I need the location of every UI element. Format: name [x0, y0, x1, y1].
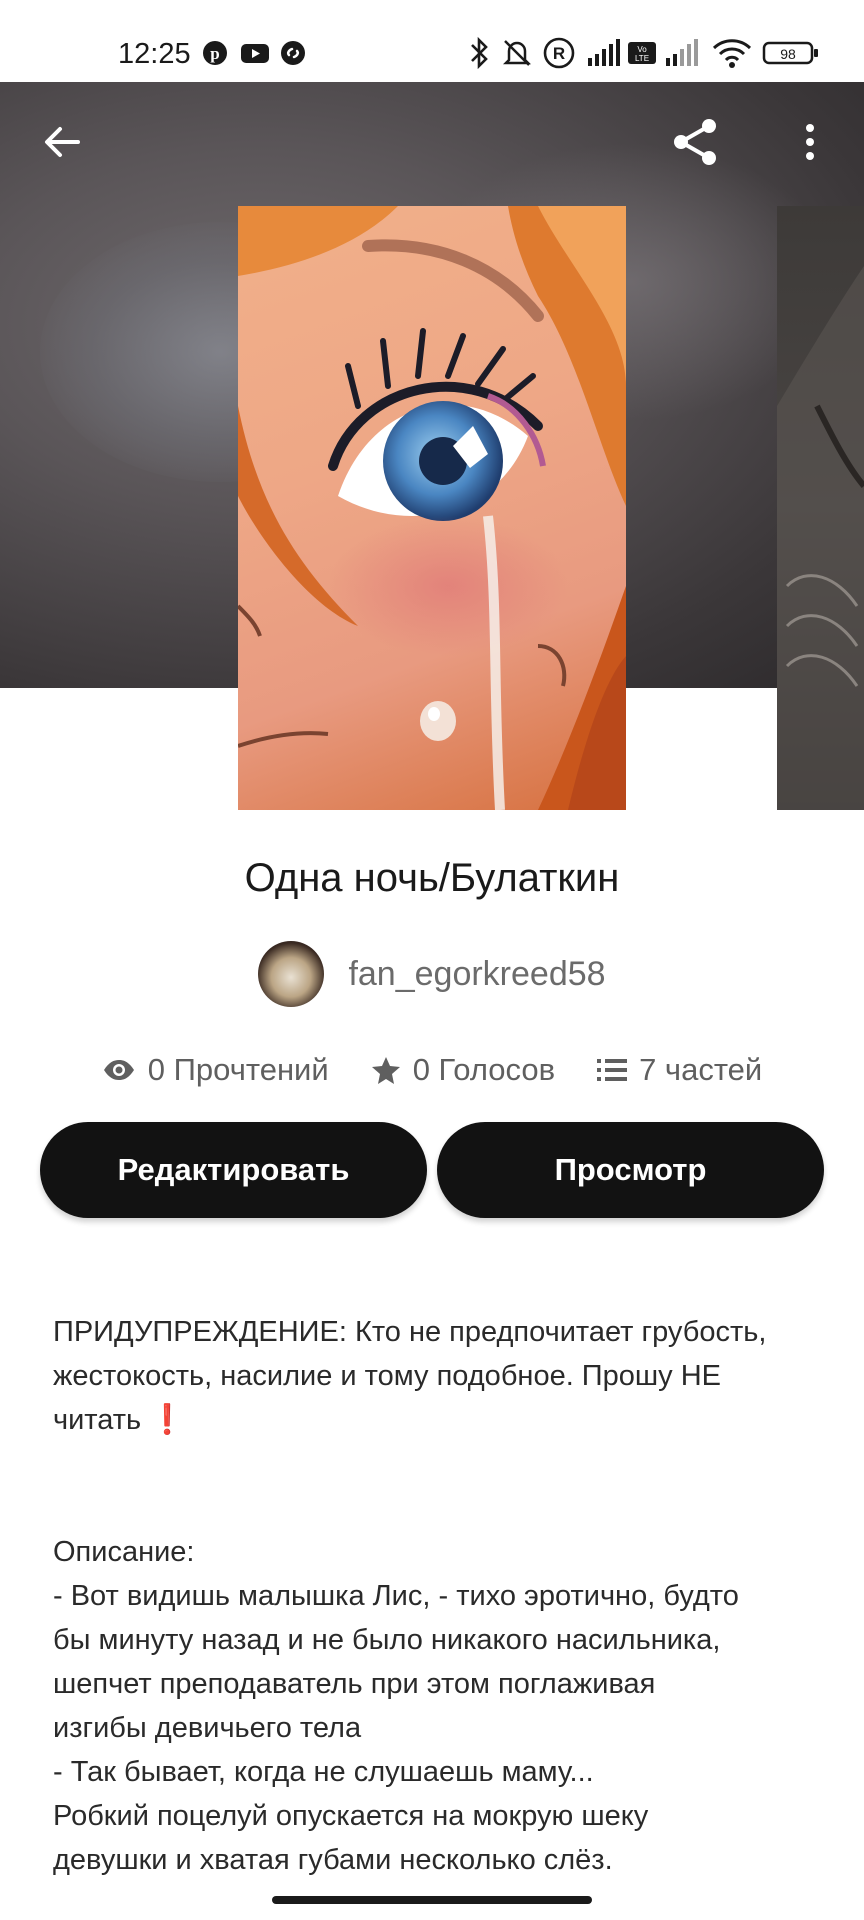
story-stats: 0 Прочтений 0 Голосов 7 частей	[0, 1046, 864, 1094]
eye-icon	[103, 1060, 134, 1080]
share-button[interactable]	[666, 112, 726, 172]
exclamation-icon: ❗	[149, 1404, 186, 1436]
wifi-icon	[712, 36, 752, 70]
pinterest-icon: p	[202, 40, 230, 68]
volte-icon: Vo LTE	[626, 36, 658, 70]
r-icon: R	[542, 36, 576, 70]
share-icon	[674, 119, 716, 165]
warning-line: читать ❗	[53, 1398, 823, 1442]
home-indicator[interactable]	[272, 1896, 592, 1904]
warning-line: ПРИДУПРЕЖДЕНИЕ: Кто не предпочитает груб…	[53, 1316, 767, 1348]
next-cover-illustration	[777, 266, 864, 810]
next-story-cover[interactable]	[777, 206, 864, 810]
reads-count: 0 Прочтений	[147, 1052, 329, 1087]
battery-icon: 98	[762, 36, 820, 70]
votes-count: 0 Голосов	[412, 1052, 556, 1087]
youtube-icon	[240, 40, 269, 68]
signal-icon	[664, 36, 700, 70]
bell-off-icon	[500, 36, 534, 70]
description-line: Робкий поцелуй опускается на мокрую шеку	[53, 1800, 649, 1832]
description-line: шепчет преподаватель при этом поглаживая	[53, 1668, 656, 1700]
author-name[interactable]: fan_egorkreed58	[348, 955, 605, 994]
description-line: бы минуту назад и не было никакого насил…	[53, 1624, 721, 1656]
description-line: девушки и хватая губами несколько слёз.	[53, 1844, 613, 1876]
signal-icon	[586, 36, 622, 70]
list-icon	[597, 1059, 628, 1081]
parts-count: 7 частей	[639, 1052, 763, 1087]
battery-level: 98	[780, 46, 796, 62]
arrow-left-icon	[45, 127, 80, 157]
svg-text:LTE: LTE	[635, 54, 649, 63]
status-time: 12:25	[118, 38, 191, 70]
status-bar: 12:25 p R Vo LTE 98	[0, 0, 864, 82]
story-cover[interactable]	[238, 206, 626, 810]
warning-line: жестокость, насилие и тому подобное. Про…	[53, 1360, 722, 1392]
story-title: Одна ночь/Булаткин	[244, 856, 620, 900]
parts-stat: 7 частей	[597, 1052, 762, 1088]
author-row[interactable]: fan_egorkreed58	[0, 940, 864, 1008]
avatar[interactable]	[258, 941, 325, 1007]
preview-button[interactable]: Просмотр	[437, 1122, 824, 1218]
more-menu-button[interactable]	[780, 112, 840, 172]
description-line: - Так бывает, когда не слушаешь маму...	[53, 1756, 594, 1788]
bluetooth-icon	[468, 36, 490, 70]
edit-button[interactable]: Редактировать	[40, 1122, 427, 1218]
star-icon	[371, 1057, 400, 1084]
cover-illustration	[238, 206, 626, 810]
description-line: - Вот видишь малышка Лис, - тихо эротичн…	[53, 1580, 739, 1612]
votes-stat: 0 Голосов	[371, 1052, 555, 1088]
back-button[interactable]	[32, 112, 92, 172]
warning-text: читать	[53, 1404, 142, 1436]
more-vertical-icon	[806, 124, 814, 160]
reads-stat: 0 Прочтений	[102, 1052, 329, 1088]
description-line: Описание:	[53, 1536, 195, 1568]
shazam-icon	[280, 40, 308, 68]
description-line: изгибы девичьего тела	[53, 1712, 362, 1744]
svg-text:p: p	[210, 44, 219, 63]
svg-text:R: R	[553, 44, 565, 63]
story-description: ПРИДУПРЕЖДЕНИЕ: Кто не предпочитает груб…	[53, 1310, 823, 1882]
svg-text:Vo: Vo	[637, 45, 647, 54]
